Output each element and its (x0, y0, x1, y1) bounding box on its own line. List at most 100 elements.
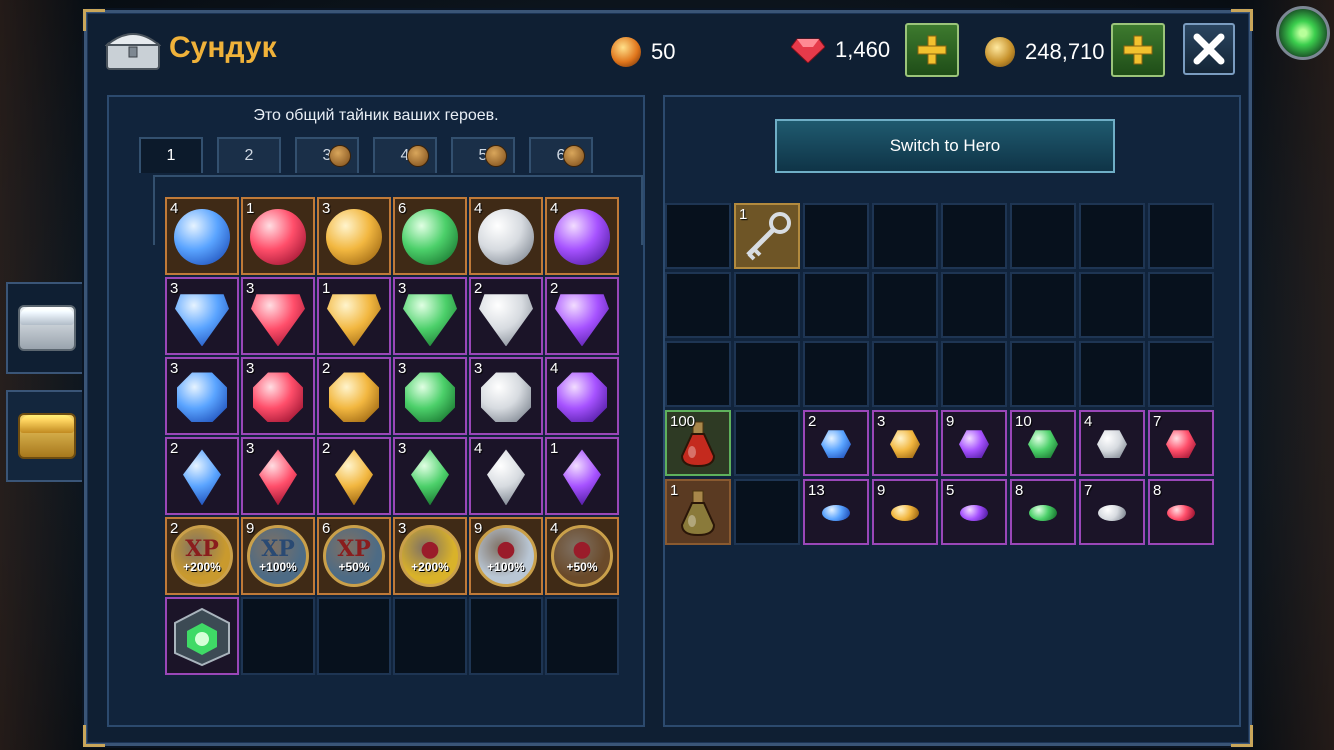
empty-slot[interactable] (317, 597, 391, 675)
side-tab-hero-chest[interactable] (6, 390, 86, 482)
item-slot[interactable]: ● +200% 3 (393, 517, 467, 595)
empty-slot[interactable] (734, 341, 800, 407)
tab-1[interactable]: 1 (139, 137, 203, 173)
tab-6[interactable]: 6 (529, 137, 593, 173)
empty-slot[interactable] (941, 272, 1007, 338)
lock-icon (329, 145, 351, 167)
hero-inventory-panel: Switch to Hero 1 100 2 3 9 10 4 7 1 13 9 5 8 7 8 (663, 95, 1241, 727)
empty-slot[interactable] (469, 597, 543, 675)
blue-gem-icon (183, 449, 221, 506)
item-slot[interactable]: 1 (317, 277, 391, 355)
item-slot[interactable]: 4 (469, 197, 543, 275)
item-slot[interactable]: 2 (165, 437, 239, 515)
empty-slot[interactable] (941, 341, 1007, 407)
green-orb-icon[interactable] (1276, 6, 1330, 60)
item-slot[interactable]: 1 (241, 197, 315, 275)
empty-slot[interactable] (1079, 341, 1145, 407)
tab-4[interactable]: 4 (373, 137, 437, 173)
item-slot[interactable]: 3 (241, 357, 315, 435)
tab-2[interactable]: 2 (217, 137, 281, 173)
item-slot[interactable] (165, 597, 239, 675)
item-slot[interactable]: 9 (872, 479, 938, 545)
item-slot[interactable]: 4 (545, 357, 619, 435)
item-slot[interactable]: 3 (469, 357, 543, 435)
item-count: 1 (246, 200, 255, 217)
empty-slot[interactable] (803, 203, 869, 269)
item-slot[interactable]: 7 (1148, 410, 1214, 476)
close-button[interactable] (1183, 23, 1235, 75)
empty-slot[interactable] (1010, 203, 1076, 269)
empty-slot[interactable] (803, 341, 869, 407)
empty-slot[interactable] (1148, 272, 1214, 338)
item-slot[interactable]: 1 (665, 479, 731, 545)
blue-gem-icon (175, 294, 229, 347)
item-slot[interactable]: 3 (165, 357, 239, 435)
item-slot[interactable]: 3 (393, 357, 467, 435)
empty-slot[interactable] (803, 272, 869, 338)
plus-icon (1123, 35, 1153, 65)
item-slot[interactable]: 3 (872, 410, 938, 476)
item-slot[interactable]: XP +50% 6 (317, 517, 391, 595)
empty-slot[interactable] (872, 203, 938, 269)
side-tab-shared-chest[interactable] (6, 282, 86, 374)
item-slot[interactable]: 1 (545, 437, 619, 515)
empty-slot[interactable] (872, 341, 938, 407)
item-slot[interactable]: 10 (1010, 410, 1076, 476)
item-slot[interactable]: 2 (545, 277, 619, 355)
tab-5[interactable]: 5 (451, 137, 515, 173)
item-slot[interactable]: 3 (241, 277, 315, 355)
item-slot[interactable]: 8 (1148, 479, 1214, 545)
empty-slot[interactable] (1079, 272, 1145, 338)
empty-slot[interactable] (1010, 272, 1076, 338)
empty-slot[interactable] (734, 410, 800, 476)
item-slot[interactable]: 9 (941, 410, 1007, 476)
item-slot[interactable]: XP +200% 2 (165, 517, 239, 595)
empty-slot[interactable] (872, 272, 938, 338)
item-slot[interactable]: 100 (665, 410, 731, 476)
item-slot[interactable]: 6 (393, 197, 467, 275)
item-slot[interactable]: 8 (1010, 479, 1076, 545)
item-slot[interactable]: 3 (393, 277, 467, 355)
item-slot[interactable]: 4 (545, 197, 619, 275)
boost-symbol: XP (185, 536, 219, 562)
item-slot[interactable]: 1 (734, 203, 800, 269)
item-slot[interactable]: 7 (1079, 479, 1145, 545)
item-slot[interactable]: XP +100% 9 (241, 517, 315, 595)
item-slot[interactable]: 5 (941, 479, 1007, 545)
item-slot[interactable]: ● +50% 4 (545, 517, 619, 595)
empty-slot[interactable] (665, 341, 731, 407)
item-slot[interactable]: 2 (803, 410, 869, 476)
empty-slot[interactable] (1148, 203, 1214, 269)
item-slot[interactable]: 3 (165, 277, 239, 355)
buy-gold-button[interactable] (1111, 23, 1165, 77)
item-slot[interactable]: 4 (1079, 410, 1145, 476)
buy-gems-button[interactable] (905, 23, 959, 77)
item-slot[interactable]: 2 (317, 357, 391, 435)
empty-slot[interactable] (1148, 341, 1214, 407)
tab-3[interactable]: 3 (295, 137, 359, 173)
item-slot[interactable]: 3 (393, 437, 467, 515)
empty-slot[interactable] (1079, 203, 1145, 269)
empty-slot[interactable] (1010, 341, 1076, 407)
item-slot[interactable]: 2 (317, 437, 391, 515)
empty-slot[interactable] (734, 479, 800, 545)
item-slot[interactable]: 13 (803, 479, 869, 545)
item-slot[interactable]: 4 (165, 197, 239, 275)
item-slot[interactable]: 3 (317, 197, 391, 275)
empty-slot[interactable] (665, 272, 731, 338)
item-slot[interactable]: ● +100% 9 (469, 517, 543, 595)
tab-label: 2 (244, 147, 254, 164)
empty-slot[interactable] (393, 597, 467, 675)
item-count: 4 (474, 440, 483, 457)
item-slot[interactable]: 4 (469, 437, 543, 515)
empty-slot[interactable] (941, 203, 1007, 269)
empty-slot[interactable] (545, 597, 619, 675)
empty-slot[interactable] (241, 597, 315, 675)
item-slot[interactable]: 2 (469, 277, 543, 355)
violet-gem-icon (555, 294, 609, 347)
switch-to-hero-button[interactable]: Switch to Hero (775, 119, 1115, 173)
empty-slot[interactable] (665, 203, 731, 269)
item-slot[interactable]: 3 (241, 437, 315, 515)
item-count: 3 (170, 280, 179, 297)
empty-slot[interactable] (734, 272, 800, 338)
